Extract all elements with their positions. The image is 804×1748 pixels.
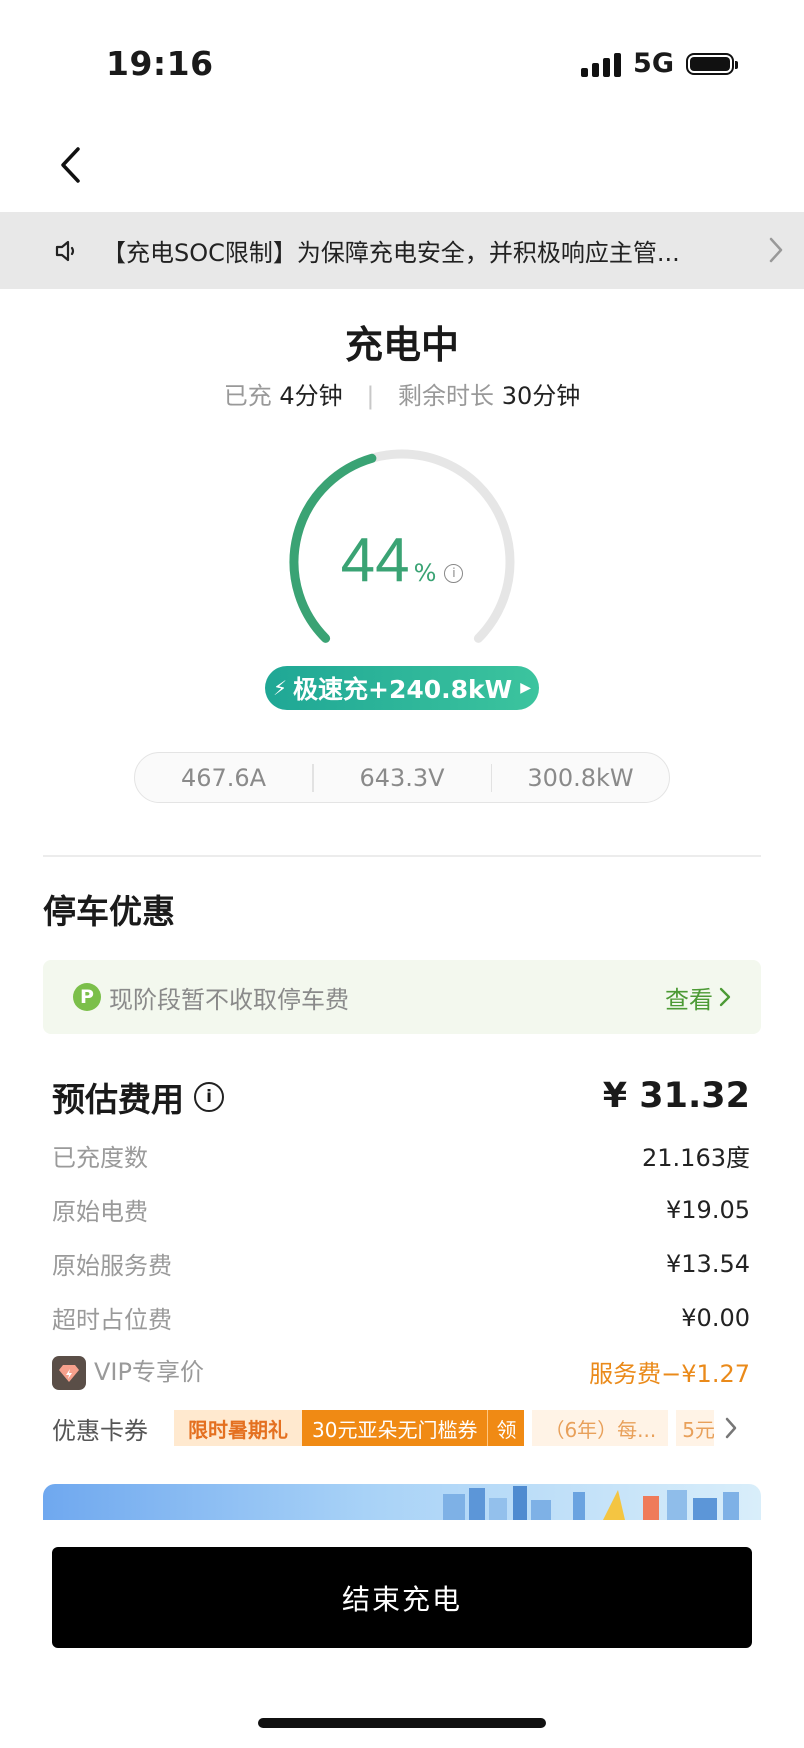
coupon-claim-button[interactable]: 领 [487,1410,525,1446]
coupon-item[interactable]: （6年）每... [532,1410,669,1446]
remaining-value: 30分钟 [501,382,581,410]
parking-card[interactable]: P 现阶段暂不收取停车费 查看 [43,960,761,1034]
divider: | [366,382,375,410]
fee-row-energy: 已充度数 21.163度 [52,1138,750,1173]
bolt-icon: ⚡ [272,676,288,700]
end-charging-button[interactable]: 结束充电 [52,1547,752,1648]
coupon-item[interactable]: 5元 [676,1410,715,1446]
parking-view-link[interactable]: 查看 [665,980,731,1015]
fee-row-electricity: 原始电费 ¥19.05 [52,1192,750,1227]
back-button[interactable] [50,140,90,190]
voltage-value: 643.3V [359,763,445,792]
vip-label-wrap: VIP专享价 [52,1352,204,1390]
fee-row-value: ¥0.00 [681,1303,750,1332]
home-indicator [258,1718,546,1728]
vip-label: VIP专享价 [94,1358,204,1386]
fast-charge-badge[interactable]: ⚡ 极速充+240.8kW ▶ [265,666,539,710]
percent-sign: % [413,559,437,587]
notice-bar[interactable]: 【充电SOC限制】为保障充电安全，并积极响应主管... [0,212,804,289]
network-type: 5G [633,48,674,79]
chevron-right-icon [719,987,731,1007]
metrics-pill: 467.6A 643.3V 300.8kW [134,752,670,803]
fee-row-label: 已充度数 [52,1144,148,1172]
charged-label: 已充 [223,382,272,410]
vip-value: 服务费−¥1.27 [589,1359,750,1388]
charged-value: 4分钟 [279,382,343,410]
status-time: 19:16 [106,44,214,83]
fee-title-label: 预估费用 [52,1080,184,1119]
parking-title: 停车优惠 [43,892,175,931]
parking-link-label: 查看 [665,985,713,1014]
section-divider [43,855,761,857]
coupon-label: 优惠卡券 [52,1416,148,1445]
current-value: 467.6A [180,763,267,792]
speaker-icon [55,240,75,261]
parking-text: 现阶段暂不收取停车费 [109,985,349,1014]
fee-row-label: 超时占位费 [52,1306,172,1334]
fee-row-value: ¥19.05 [666,1195,750,1224]
charging-status: 充电中 [344,323,459,367]
chevron-right-icon[interactable] [724,1416,738,1440]
status-icons: 5G [581,48,738,79]
battery-icon [686,52,738,75]
coupon-row[interactable]: 优惠卡券 限时暑期礼 30元亚朵无门槛券 领 （6年）每... 5元 [52,1408,752,1448]
chevron-left-icon [61,147,80,183]
fee-row-value: ¥13.54 [666,1249,750,1278]
percent-display: 44% i [270,525,534,596]
play-icon: ▶ [520,680,532,696]
fee-section-title: 预估费用 i [52,1073,224,1121]
city-skyline-illustration [443,1486,739,1520]
fee-row-label: 原始服务费 [52,1252,172,1280]
info-icon[interactable]: i [194,1082,224,1112]
parking-icon: P [73,983,101,1011]
fee-row-service: 原始服务费 ¥13.54 [52,1246,750,1281]
fee-total: ¥ 31.32 [602,1076,750,1116]
power-value: 300.8kW [527,763,634,792]
fee-row-vip: VIP专享价 服务费−¥1.27 [52,1352,750,1390]
coupon-promo-tag[interactable]: 限时暑期礼 [174,1410,302,1446]
remaining-label: 剩余时长 [398,382,495,410]
signal-icon [581,51,622,77]
fee-row-overtime: 超时占位费 ¥0.00 [52,1300,750,1335]
fast-charge-label: 极速充+240.8kW [293,675,513,704]
fee-row-value: 21.163度 [642,1144,750,1172]
fee-row-label: 原始电费 [52,1198,148,1226]
percent-value: 44 [340,526,410,595]
charging-time-info: 已充 4分钟 | 剩余时长 30分钟 [0,376,804,411]
vip-diamond-icon [52,1356,86,1390]
notice-text: 【充电SOC限制】为保障充电安全，并积极响应主管... [102,239,680,267]
coupon-item[interactable]: 30元亚朵无门槛券 [302,1410,488,1446]
chevron-right-icon [769,237,783,263]
promo-banner[interactable] [43,1484,761,1520]
info-icon[interactable]: i [444,564,464,583]
